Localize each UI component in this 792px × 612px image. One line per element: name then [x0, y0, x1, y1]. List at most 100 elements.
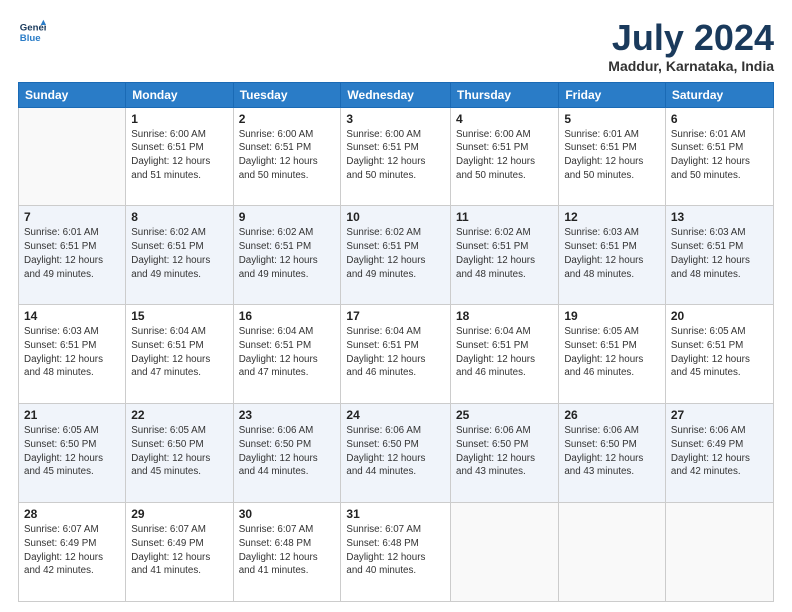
cell-info: Sunrise: 6:05 AM Sunset: 6:50 PM Dayligh…	[24, 424, 120, 479]
calendar-cell: 13Sunrise: 6:03 AM Sunset: 6:51 PM Dayli…	[665, 206, 773, 305]
day-number: 9	[239, 210, 336, 224]
cell-info: Sunrise: 6:06 AM Sunset: 6:50 PM Dayligh…	[346, 424, 445, 479]
calendar-cell: 23 Sunrise: 6:06 AM Sunset: 6:50 PM Dayli…	[233, 404, 341, 503]
day-number: 22	[131, 408, 227, 422]
day-number: 14	[24, 309, 120, 323]
cell-info: Sunrise: 6:01 AM Sunset: 6:51 PM Dayligh…	[24, 226, 120, 281]
calendar-cell: 5 Sunrise: 6:01 AM Sunset: 6:51 PM Daylig…	[559, 107, 666, 206]
cell-info: Sunrise: 6:02 AM Sunset: 6:51 PM Dayligh…	[346, 226, 445, 281]
cell-info: Sunrise: 6:02 AM Sunset: 6:51 PM Dayligh…	[456, 226, 553, 281]
calendar-cell: 8 Sunrise: 6:02 AM Sunset: 6:51 PM Daylig…	[126, 206, 233, 305]
calendar-week-row: 14Sunrise: 6:03 AM Sunset: 6:51 PM Dayli…	[19, 305, 774, 404]
calendar-week-row: 7Sunrise: 6:01 AM Sunset: 6:51 PM Daylig…	[19, 206, 774, 305]
day-number: 3	[346, 112, 445, 126]
day-number: 18	[456, 309, 553, 323]
day-number: 25	[456, 408, 553, 422]
calendar-cell: 29 Sunrise: 6:07 AM Sunset: 6:49 PM Dayli…	[126, 503, 233, 602]
day-number: 4	[456, 112, 553, 126]
calendar-cell: 9 Sunrise: 6:02 AM Sunset: 6:51 PM Daylig…	[233, 206, 341, 305]
logo-icon: General Blue	[18, 18, 46, 46]
cell-info: Sunrise: 6:02 AM Sunset: 6:51 PM Dayligh…	[239, 226, 336, 281]
calendar-day-header: Sunday	[19, 82, 126, 107]
calendar-cell: 27Sunrise: 6:06 AM Sunset: 6:49 PM Dayli…	[665, 404, 773, 503]
calendar-cell: 15 Sunrise: 6:04 AM Sunset: 6:51 PM Dayli…	[126, 305, 233, 404]
day-number: 30	[239, 507, 336, 521]
calendar-week-row: 28 Sunrise: 6:07 AM Sunset: 6:49 PM Dayli…	[19, 503, 774, 602]
calendar-cell: 17 Sunrise: 6:04 AM Sunset: 6:51 PM Dayli…	[341, 305, 451, 404]
calendar-day-header: Thursday	[451, 82, 559, 107]
calendar-day-header: Friday	[559, 82, 666, 107]
day-number: 15	[131, 309, 227, 323]
day-number: 29	[131, 507, 227, 521]
cell-info: Sunrise: 6:02 AM Sunset: 6:51 PM Dayligh…	[131, 226, 227, 281]
cell-info: Sunrise: 6:00 AM Sunset: 6:51 PM Dayligh…	[346, 128, 445, 183]
calendar-day-header: Monday	[126, 82, 233, 107]
cell-info: Sunrise: 6:06 AM Sunset: 6:50 PM Dayligh…	[456, 424, 553, 479]
calendar-cell	[559, 503, 666, 602]
cell-info: Sunrise: 6:07 AM Sunset: 6:48 PM Dayligh…	[346, 523, 445, 578]
cell-info: Sunrise: 6:04 AM Sunset: 6:51 PM Dayligh…	[456, 325, 553, 380]
cell-info: Sunrise: 6:05 AM Sunset: 6:51 PM Dayligh…	[671, 325, 768, 380]
calendar-cell: 20 Sunrise: 6:05 AM Sunset: 6:51 PM Dayli…	[665, 305, 773, 404]
day-number: 21	[24, 408, 120, 422]
svg-text:Blue: Blue	[20, 33, 41, 44]
cell-info: Sunrise: 6:04 AM Sunset: 6:51 PM Dayligh…	[131, 325, 227, 380]
calendar-table: SundayMondayTuesdayWednesdayThursdayFrid…	[18, 82, 774, 602]
day-number: 8	[131, 210, 227, 224]
cell-info: Sunrise: 6:04 AM Sunset: 6:51 PM Dayligh…	[346, 325, 445, 380]
day-number: 19	[564, 309, 660, 323]
calendar-cell: 12 Sunrise: 6:03 AM Sunset: 6:51 PM Dayli…	[559, 206, 666, 305]
calendar-cell: 19 Sunrise: 6:05 AM Sunset: 6:51 PM Dayli…	[559, 305, 666, 404]
calendar-cell: 4 Sunrise: 6:00 AM Sunset: 6:51 PM Daylig…	[451, 107, 559, 206]
calendar-cell: 24 Sunrise: 6:06 AM Sunset: 6:50 PM Dayli…	[341, 404, 451, 503]
day-number: 23	[239, 408, 336, 422]
calendar-cell: 1 Sunrise: 6:00 AM Sunset: 6:51 PM Daylig…	[126, 107, 233, 206]
cell-info: Sunrise: 6:00 AM Sunset: 6:51 PM Dayligh…	[239, 128, 336, 183]
day-number: 20	[671, 309, 768, 323]
calendar-cell: 26Sunrise: 6:06 AM Sunset: 6:50 PM Dayli…	[559, 404, 666, 503]
calendar-cell: 18 Sunrise: 6:04 AM Sunset: 6:51 PM Dayli…	[451, 305, 559, 404]
location: Maddur, Karnataka, India	[608, 58, 774, 74]
day-number: 10	[346, 210, 445, 224]
day-number: 17	[346, 309, 445, 323]
calendar-cell	[665, 503, 773, 602]
day-number: 12	[564, 210, 660, 224]
cell-info: Sunrise: 6:07 AM Sunset: 6:49 PM Dayligh…	[24, 523, 120, 578]
cell-info: Sunrise: 6:01 AM Sunset: 6:51 PM Dayligh…	[564, 128, 660, 183]
calendar-cell: 14Sunrise: 6:03 AM Sunset: 6:51 PM Dayli…	[19, 305, 126, 404]
calendar-cell: 10 Sunrise: 6:02 AM Sunset: 6:51 PM Dayli…	[341, 206, 451, 305]
calendar-day-header: Wednesday	[341, 82, 451, 107]
calendar-day-header: Saturday	[665, 82, 773, 107]
cell-info: Sunrise: 6:01 AM Sunset: 6:51 PM Dayligh…	[671, 128, 768, 183]
month-title: July 2024	[608, 18, 774, 58]
day-number: 26	[564, 408, 660, 422]
cell-info: Sunrise: 6:05 AM Sunset: 6:50 PM Dayligh…	[131, 424, 227, 479]
calendar-cell: 6 Sunrise: 6:01 AM Sunset: 6:51 PM Daylig…	[665, 107, 773, 206]
cell-info: Sunrise: 6:06 AM Sunset: 6:50 PM Dayligh…	[239, 424, 336, 479]
cell-info: Sunrise: 6:06 AM Sunset: 6:49 PM Dayligh…	[671, 424, 768, 479]
cell-info: Sunrise: 6:03 AM Sunset: 6:51 PM Dayligh…	[564, 226, 660, 281]
cell-info: Sunrise: 6:05 AM Sunset: 6:51 PM Dayligh…	[564, 325, 660, 380]
day-number: 28	[24, 507, 120, 521]
calendar-cell: 31Sunrise: 6:07 AM Sunset: 6:48 PM Dayli…	[341, 503, 451, 602]
calendar-header-row: SundayMondayTuesdayWednesdayThursdayFrid…	[19, 82, 774, 107]
calendar-cell: 21 Sunrise: 6:05 AM Sunset: 6:50 PM Dayli…	[19, 404, 126, 503]
day-number: 24	[346, 408, 445, 422]
calendar-cell: 3 Sunrise: 6:00 AM Sunset: 6:51 PM Daylig…	[341, 107, 451, 206]
calendar-cell: 30Sunrise: 6:07 AM Sunset: 6:48 PM Dayli…	[233, 503, 341, 602]
cell-info: Sunrise: 6:07 AM Sunset: 6:49 PM Dayligh…	[131, 523, 227, 578]
calendar-cell: 7Sunrise: 6:01 AM Sunset: 6:51 PM Daylig…	[19, 206, 126, 305]
day-number: 2	[239, 112, 336, 126]
calendar-cell: 2 Sunrise: 6:00 AM Sunset: 6:51 PM Daylig…	[233, 107, 341, 206]
calendar-cell: 22 Sunrise: 6:05 AM Sunset: 6:50 PM Dayli…	[126, 404, 233, 503]
calendar-day-header: Tuesday	[233, 82, 341, 107]
calendar-cell	[451, 503, 559, 602]
calendar-cell	[19, 107, 126, 206]
day-number: 1	[131, 112, 227, 126]
calendar-cell: 11Sunrise: 6:02 AM Sunset: 6:51 PM Dayli…	[451, 206, 559, 305]
day-number: 5	[564, 112, 660, 126]
day-number: 6	[671, 112, 768, 126]
cell-info: Sunrise: 6:00 AM Sunset: 6:51 PM Dayligh…	[131, 128, 227, 183]
cell-info: Sunrise: 6:03 AM Sunset: 6:51 PM Dayligh…	[671, 226, 768, 281]
cell-info: Sunrise: 6:00 AM Sunset: 6:51 PM Dayligh…	[456, 128, 553, 183]
